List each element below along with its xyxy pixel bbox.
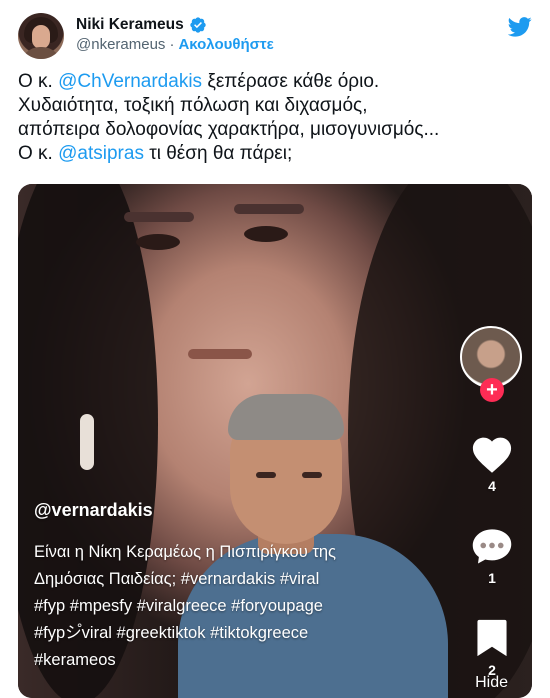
tweet-card: Niki Kerameus @nkerameus · Ακολουθήστε Ο… xyxy=(0,0,550,698)
separator-dot: · xyxy=(169,36,175,53)
comment-action[interactable]: 1 xyxy=(460,526,524,586)
tweet-text-segment: ξεπέρασε κάθε όριο. xyxy=(202,71,380,92)
author-handle[interactable]: @nkerameus xyxy=(76,36,165,53)
caption-line: #fyp #mpesfy #viralgreece #foryoupage xyxy=(34,597,323,615)
tweet-text: Ο κ. @ChVernardakis ξεπέρασε κάθε όριο. … xyxy=(18,70,538,166)
author-display-name[interactable]: Niki Kerameus xyxy=(76,16,184,34)
like-count: 4 xyxy=(488,478,496,494)
comment-count: 1 xyxy=(488,570,496,586)
caption-line: Δημόσιας Παιδείας; #vernardakis #viral xyxy=(34,570,320,588)
tweet-line: Ο κ. @atsipras τι θέση θα πάρει; xyxy=(18,142,538,166)
tweet-line: Χυδαιότητα, τοξική πόλωση και διχασμός, xyxy=(18,95,368,116)
twitter-bird-icon[interactable] xyxy=(508,17,532,37)
tweet-line: απόπειρα δολοφονίας χαρακτήρα, μισογυνισ… xyxy=(18,119,440,140)
save-action[interactable]: 2 xyxy=(460,618,524,678)
tweet-text-segment: τι θέση θα πάρει; xyxy=(143,143,293,164)
video-caption: @vernardakis Είναι η Νίκη Κεραμέως η Πισ… xyxy=(34,500,454,674)
follow-button[interactable]: Ακολουθήστε xyxy=(178,36,273,53)
bookmark-icon[interactable] xyxy=(475,618,509,658)
mention-link[interactable]: @atsipras xyxy=(58,143,144,164)
mention-link[interactable]: @ChVernardakis xyxy=(58,71,202,92)
tweet-text-segment: Ο κ. xyxy=(18,143,59,164)
author-avatar[interactable] xyxy=(18,13,64,59)
hide-button[interactable]: Hide xyxy=(475,674,508,692)
tweet-text-segment: Ο κ. xyxy=(18,71,59,92)
embedded-video[interactable]: + 4 1 2 @vernardakis Είναι η Νίκη Κεραμέ… xyxy=(18,184,532,698)
comment-bubble-icon[interactable] xyxy=(471,526,513,566)
caption-line: #kerameos xyxy=(34,651,116,669)
verified-badge-icon xyxy=(190,17,206,33)
tweet-header: Niki Kerameus @nkerameus · Ακολουθήστε xyxy=(18,13,536,61)
like-action[interactable]: 4 xyxy=(460,434,524,494)
heart-icon[interactable] xyxy=(470,434,514,474)
author-info: Niki Kerameus @nkerameus · Ακολουθήστε xyxy=(76,16,274,53)
caption-line: #fypシ゚viral #greektiktok #tiktokgreece xyxy=(34,624,309,642)
tweet-line: Ο κ. @ChVernardakis ξεπέρασε κάθε όριο. xyxy=(18,70,538,94)
caption-line: Είναι η Νίκη Κεραμέως η Πισπιρίγκου της xyxy=(34,543,336,561)
video-username[interactable]: @vernardakis xyxy=(34,500,454,521)
follow-plus-button[interactable]: + xyxy=(480,378,504,402)
